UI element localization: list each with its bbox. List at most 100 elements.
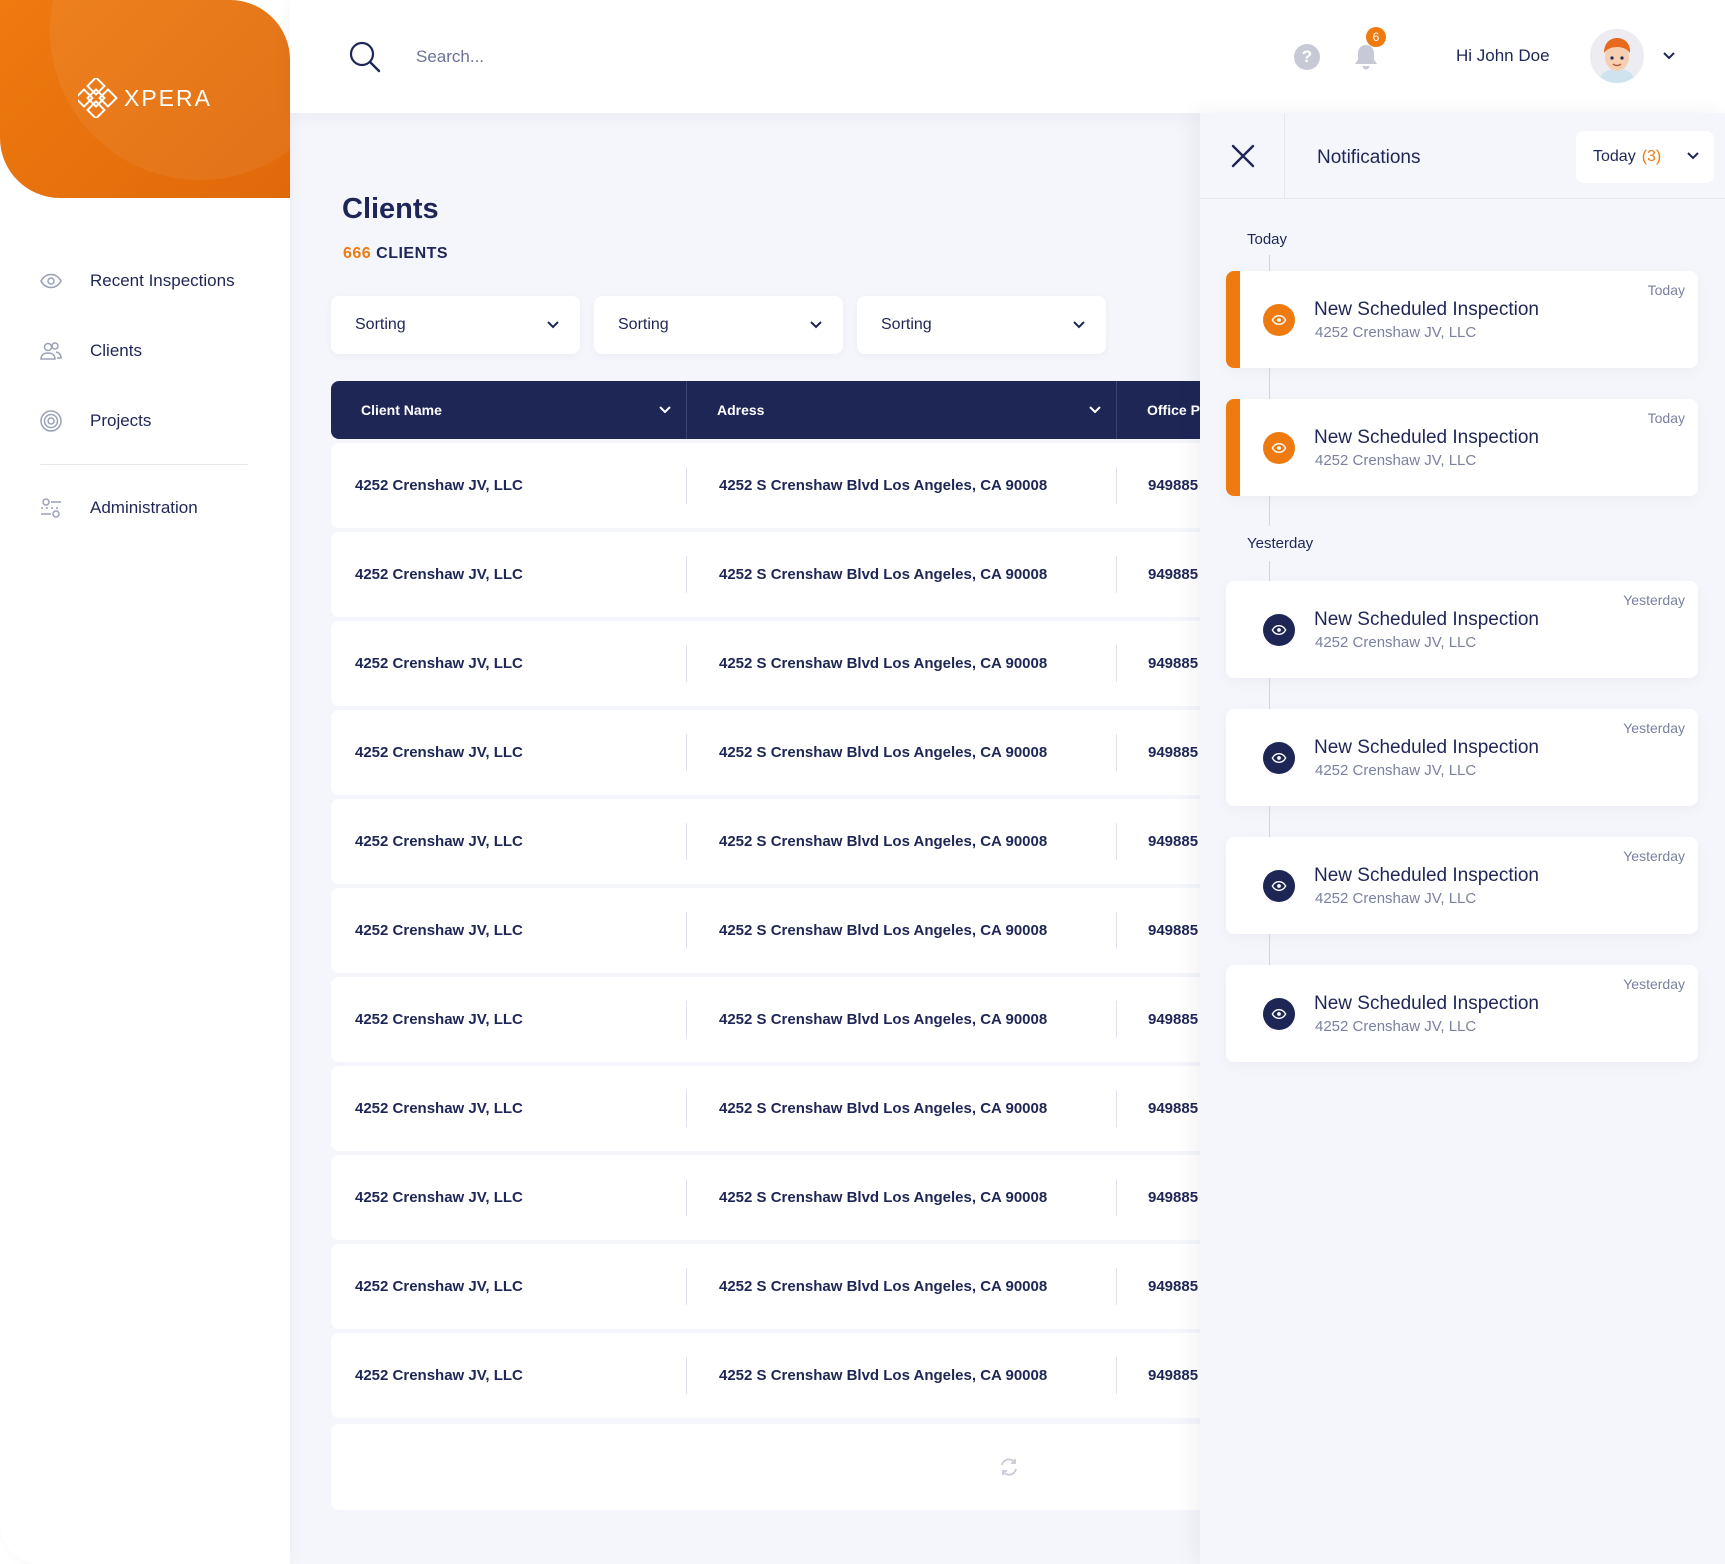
- eye-icon: [1263, 870, 1295, 902]
- sorting-label: Sorting: [355, 316, 406, 333]
- cell-client-name: 4252 Crenshaw JV, LLC: [331, 888, 687, 973]
- sorting-label: Sorting: [618, 316, 669, 333]
- notification-card[interactable]: New Scheduled Inspection 4252 Crenshaw J…: [1226, 399, 1698, 496]
- help-icon[interactable]: ?: [1294, 44, 1320, 70]
- search-icon[interactable]: [348, 40, 382, 79]
- sidebar-item-clients[interactable]: Clients: [0, 316, 290, 386]
- nav-divider: [40, 464, 248, 465]
- notification-time: Today: [1647, 410, 1685, 426]
- column-header-address[interactable]: Adress: [687, 381, 1117, 439]
- column-label: Office P: [1147, 402, 1200, 418]
- notification-time: Yesterday: [1623, 592, 1685, 608]
- top-bar: ? 6 Hi John Doe: [290, 0, 1725, 113]
- sidebar-item-projects[interactable]: Projects: [0, 386, 290, 456]
- eye-icon: [1263, 998, 1295, 1030]
- column-header-client-name[interactable]: Client Name: [331, 381, 687, 439]
- column-label: Client Name: [361, 402, 442, 418]
- chevron-down-icon: [547, 321, 559, 329]
- settings-sliders-icon: [38, 495, 64, 521]
- sorting-dropdown-3[interactable]: Sorting: [857, 296, 1106, 354]
- page-title: Clients: [342, 193, 439, 225]
- table-row[interactable]: 4252 Crenshaw JV, LLC 4252 S Crenshaw Blv…: [331, 532, 1200, 617]
- cell-client-name: 4252 Crenshaw JV, LLC: [331, 1066, 687, 1151]
- filter-label: Today: [1593, 148, 1636, 165]
- cell-client-name: 4252 Crenshaw JV, LLC: [331, 799, 687, 884]
- table-row[interactable]: 4252 Crenshaw JV, LLC 4252 S Crenshaw Blv…: [331, 977, 1200, 1062]
- notification-title: New Scheduled Inspection: [1314, 865, 1539, 886]
- cell-office-phone: 949885: [1148, 1189, 1199, 1206]
- cell-office-phone: 949885: [1148, 1367, 1199, 1384]
- notification-card[interactable]: New Scheduled Inspection 4252 Crenshaw J…: [1226, 581, 1698, 678]
- notification-subtitle: 4252 Crenshaw JV, LLC: [1315, 634, 1477, 651]
- timeline-connector: [1269, 255, 1270, 271]
- cell-office-phone: 949885: [1148, 1011, 1199, 1028]
- notification-title: New Scheduled Inspection: [1314, 427, 1539, 448]
- cell-client-name: 4252 Crenshaw JV, LLC: [331, 443, 687, 528]
- column-header-office-phone[interactable]: Office P: [1117, 381, 1200, 439]
- notification-filter-dropdown[interactable]: Today (3): [1576, 131, 1714, 183]
- table-row[interactable]: 4252 Crenshaw JV, LLC 4252 S Crenshaw Blv…: [331, 621, 1200, 706]
- cell-client-name: 4252 Crenshaw JV, LLC: [331, 1244, 687, 1329]
- timeline-connector: [1269, 496, 1270, 526]
- table-body: 4252 Crenshaw JV, LLC 4252 S Crenshaw Blv…: [331, 443, 1200, 1418]
- table-row[interactable]: 4252 Crenshaw JV, LLC 4252 S Crenshaw Blv…: [331, 888, 1200, 973]
- table-row[interactable]: 4252 Crenshaw JV, LLC 4252 S Crenshaw Blv…: [331, 1333, 1200, 1418]
- sorting-dropdown-1[interactable]: Sorting: [331, 296, 580, 354]
- chevron-down-icon[interactable]: [1662, 48, 1676, 66]
- notifications-title: Notifications: [1317, 147, 1421, 168]
- notification-count-badge: 6: [1366, 27, 1386, 47]
- cell-client-name: 4252 Crenshaw JV, LLC: [331, 977, 687, 1062]
- cell-client-name: 4252 Crenshaw JV, LLC: [331, 1333, 687, 1418]
- sorting-label: Sorting: [881, 316, 932, 333]
- cell-office-phone: 949885: [1148, 655, 1199, 672]
- cell-address: 4252 S Crenshaw Blvd Los Angeles, CA 900…: [687, 799, 1117, 884]
- sidebar: XPERA Recent Inspections Clients Project…: [0, 0, 290, 1564]
- logo-panel: XPERA: [0, 0, 290, 198]
- table-row[interactable]: 4252 Crenshaw JV, LLC 4252 S Crenshaw Blv…: [331, 1066, 1200, 1151]
- notification-time: Yesterday: [1623, 976, 1685, 992]
- notification-card[interactable]: New Scheduled Inspection 4252 Crenshaw J…: [1226, 709, 1698, 806]
- notification-card[interactable]: New Scheduled Inspection 4252 Crenshaw J…: [1226, 271, 1698, 368]
- notifications-header: Notifications Today (3): [1200, 113, 1725, 199]
- cell-office-phone: 949885: [1148, 1278, 1199, 1295]
- notification-card[interactable]: New Scheduled Inspection 4252 Crenshaw J…: [1226, 837, 1698, 934]
- brand-logo[interactable]: XPERA: [78, 78, 212, 118]
- group-label-yesterday: Yesterday: [1247, 535, 1314, 552]
- eye-icon: [1263, 742, 1295, 774]
- cell-office-phone: 949885: [1148, 1100, 1199, 1117]
- notification-time: Yesterday: [1623, 848, 1685, 864]
- table-row[interactable]: 4252 Crenshaw JV, LLC 4252 S Crenshaw Blv…: [331, 710, 1200, 795]
- chevron-down-icon: [810, 321, 822, 329]
- sidebar-item-administration[interactable]: Administration: [0, 473, 290, 543]
- sidebar-nav: Recent Inspections Clients Projects Admi…: [0, 246, 290, 543]
- table-row[interactable]: 4252 Crenshaw JV, LLC 4252 S Crenshaw Blv…: [331, 443, 1200, 528]
- cell-client-name: 4252 Crenshaw JV, LLC: [331, 532, 687, 617]
- cell-client-name: 4252 Crenshaw JV, LLC: [331, 621, 687, 706]
- cell-client-name: 4252 Crenshaw JV, LLC: [331, 710, 687, 795]
- client-count: 666 CLIENTS: [343, 245, 448, 263]
- table-row[interactable]: 4252 Crenshaw JV, LLC 4252 S Crenshaw Blv…: [331, 1155, 1200, 1240]
- notification-subtitle: 4252 Crenshaw JV, LLC: [1315, 452, 1477, 469]
- notification-card[interactable]: New Scheduled Inspection 4252 Crenshaw J…: [1226, 965, 1698, 1062]
- bell-icon[interactable]: [1352, 42, 1380, 77]
- notification-title: New Scheduled Inspection: [1314, 993, 1539, 1014]
- notifications-panel: Notifications Today (3) Today New Schedu…: [1200, 113, 1725, 1564]
- timeline-connector: [1269, 368, 1270, 399]
- brand-name: XPERA: [124, 84, 212, 111]
- main-content: Clients 666 CLIENTS Sorting Sorting Sort…: [290, 113, 1200, 1564]
- sidebar-item-recent-inspections[interactable]: Recent Inspections: [0, 246, 290, 316]
- sorting-filters: Sorting Sorting Sorting: [331, 296, 1106, 354]
- chevron-down-icon: [659, 406, 671, 414]
- search-input[interactable]: [416, 40, 776, 74]
- table-row[interactable]: 4252 Crenshaw JV, LLC 4252 S Crenshaw Blv…: [331, 1244, 1200, 1329]
- avatar[interactable]: [1590, 29, 1644, 83]
- close-icon[interactable]: [1230, 143, 1256, 174]
- notification-title: New Scheduled Inspection: [1314, 299, 1539, 320]
- sorting-dropdown-2[interactable]: Sorting: [594, 296, 843, 354]
- group-label-today: Today: [1247, 231, 1288, 248]
- refresh-icon[interactable]: [998, 1456, 1020, 1483]
- eye-icon: [1263, 304, 1295, 336]
- xpera-diamond-logo-icon: [78, 78, 118, 118]
- table-row[interactable]: 4252 Crenshaw JV, LLC 4252 S Crenshaw Blv…: [331, 799, 1200, 884]
- notification-title: New Scheduled Inspection: [1314, 737, 1539, 758]
